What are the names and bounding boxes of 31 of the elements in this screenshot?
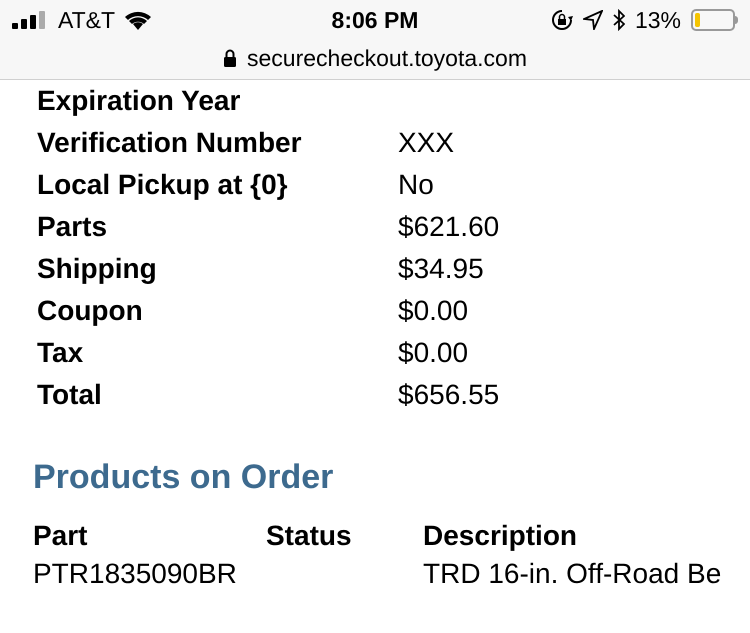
section-heading: Products on Order — [32, 457, 334, 498]
carrier-name: AT&T — [58, 6, 116, 35]
field-label: Coupon — [37, 294, 144, 328]
rotation-lock-icon — [550, 9, 573, 31]
field-value: $34.95 — [398, 252, 484, 286]
battery-percent: 13% — [634, 6, 681, 35]
column-header: Status — [266, 519, 353, 553]
field-value: $0.00 — [398, 294, 468, 328]
location-arrow-icon — [582, 10, 603, 30]
url-text[interactable]: securecheckout.toyota.com — [247, 40, 527, 76]
bluetooth-icon — [612, 9, 625, 31]
field-label: Shipping — [37, 252, 158, 286]
field-value: XXX — [398, 126, 454, 160]
field-label: Expiration Year — [37, 84, 242, 118]
table-cell: TRD 16-in. Off-Road Be — [423, 558, 722, 589]
table-cell: PTR1835090BR — [33, 558, 237, 589]
wifi-icon — [123, 9, 154, 31]
battery-icon — [691, 9, 738, 31]
clock-time: 8:06 PM — [332, 6, 418, 35]
field-label: Verification Number — [37, 126, 303, 160]
field-value: $621.60 — [398, 210, 500, 244]
field-label: Parts — [37, 210, 108, 244]
column-header: Part — [33, 519, 88, 553]
field-value: $656.55 — [398, 378, 500, 412]
field-value: $0.00 — [398, 336, 468, 370]
field-label: Local Pickup at {0} — [37, 168, 289, 202]
lock-icon — [223, 49, 237, 67]
column-header: Description — [423, 519, 578, 553]
field-label: Total — [37, 378, 103, 412]
field-value: No — [398, 168, 434, 202]
field-label: Tax — [37, 336, 84, 370]
